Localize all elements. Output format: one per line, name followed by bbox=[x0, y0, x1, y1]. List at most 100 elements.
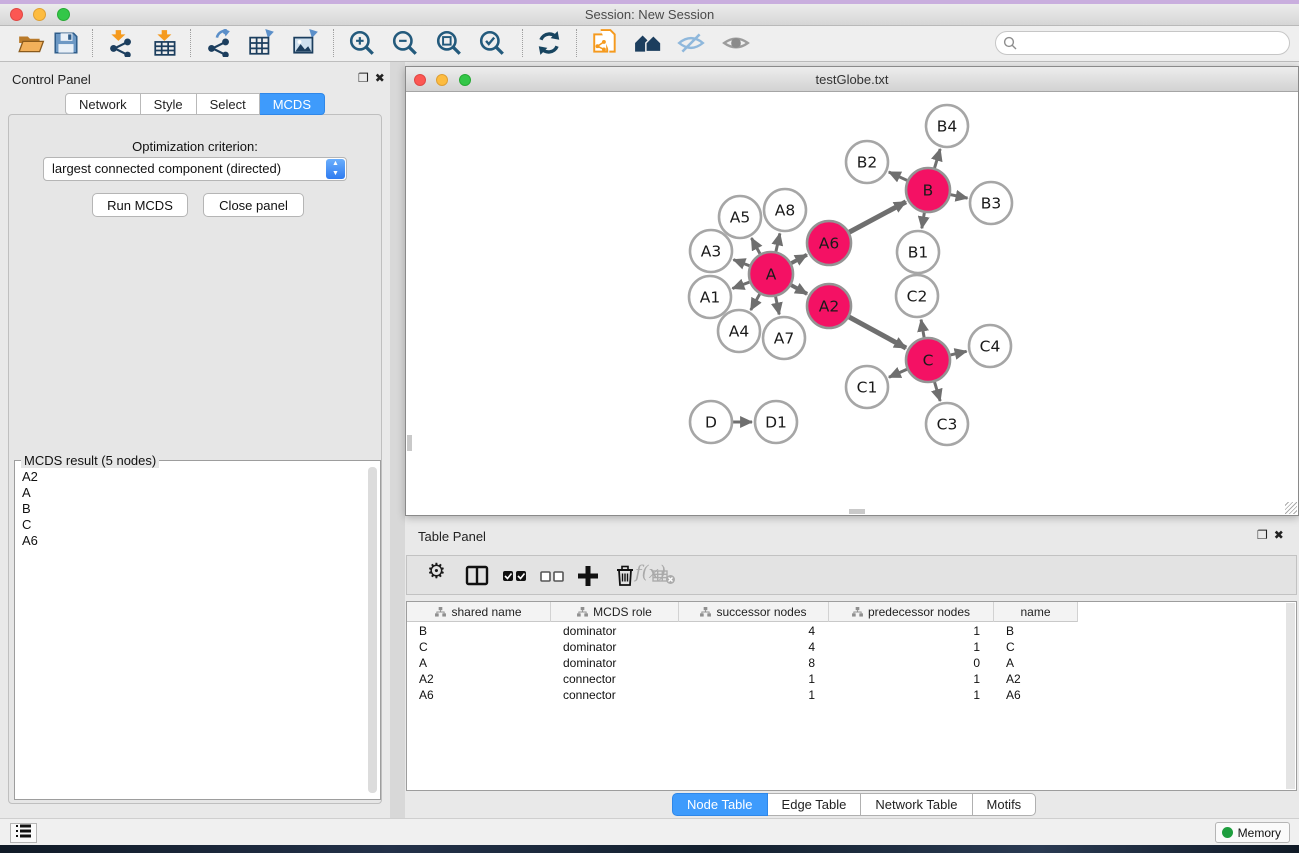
column-header-shared-name[interactable]: shared name bbox=[407, 602, 551, 622]
hide-details-icon[interactable] bbox=[677, 29, 705, 57]
table-cell: 4 bbox=[679, 623, 829, 639]
float-table-panel-icon[interactable]: ❐ bbox=[1257, 528, 1274, 542]
desktop-background-bottom bbox=[0, 845, 1299, 853]
table-tab-edge-table[interactable]: Edge Table bbox=[768, 793, 862, 816]
mcds-result-box: MCDS result (5 nodes) A2ABCA6 bbox=[14, 460, 381, 800]
close-panel-button[interactable]: Close panel bbox=[203, 193, 304, 217]
export-network-icon[interactable] bbox=[204, 29, 232, 57]
float-panel-icon[interactable]: ❐ bbox=[358, 71, 375, 85]
graph-node-label-D: D bbox=[705, 414, 717, 432]
memory-button[interactable]: Memory bbox=[1215, 822, 1290, 843]
table-row-A[interactable]: Adominator80A bbox=[407, 655, 1296, 671]
table-row-C[interactable]: Cdominator41C bbox=[407, 639, 1296, 655]
graph-edge-A-A4[interactable] bbox=[751, 293, 760, 310]
save-session-icon[interactable] bbox=[52, 29, 80, 57]
graph-edge-A-A7[interactable] bbox=[775, 296, 779, 315]
control-panel-tab-select[interactable]: Select bbox=[197, 93, 260, 115]
graph-edge-C-C4[interactable] bbox=[949, 351, 966, 355]
import-network-icon[interactable] bbox=[106, 29, 134, 57]
unselect-all-columns-icon[interactable] bbox=[540, 563, 566, 589]
table-tab-network-table[interactable]: Network Table bbox=[861, 793, 972, 816]
network-window-titlebar[interactable]: testGlobe.txt bbox=[406, 67, 1298, 92]
window-resize-grip[interactable] bbox=[1285, 502, 1297, 514]
column-header-label: successor nodes bbox=[716, 605, 806, 619]
panel-divider[interactable] bbox=[390, 62, 405, 822]
column-header-label: shared name bbox=[451, 605, 521, 619]
select-all-columns-icon[interactable] bbox=[502, 563, 528, 589]
control-panel-tab-mcds[interactable]: MCDS bbox=[260, 93, 325, 115]
run-mcds-button[interactable]: Run MCDS bbox=[92, 193, 188, 217]
add-column-icon[interactable] bbox=[575, 563, 601, 589]
table-tab-motifs[interactable]: Motifs bbox=[973, 793, 1037, 816]
control-panel-tab-style[interactable]: Style bbox=[141, 93, 197, 115]
toolbar-separator bbox=[333, 29, 334, 57]
close-table-panel-icon[interactable]: ✖ bbox=[1274, 528, 1290, 542]
mcds-result-item[interactable]: A bbox=[19, 485, 359, 501]
graph-edge-B-B3[interactable] bbox=[950, 194, 968, 198]
graph-edge-B-B2[interactable] bbox=[889, 172, 908, 181]
zoom-out-icon[interactable] bbox=[391, 29, 419, 57]
show-details-icon[interactable] bbox=[722, 29, 750, 57]
graph-node-label-D1: D1 bbox=[765, 414, 787, 432]
network-horizontal-scrollstub[interactable] bbox=[849, 509, 865, 514]
table-cell: 0 bbox=[829, 655, 994, 671]
graph-edge-A-A1[interactable] bbox=[732, 282, 750, 289]
graph-edge-C-C1[interactable] bbox=[889, 369, 908, 377]
zoom-selected-icon[interactable] bbox=[478, 29, 506, 57]
search-input[interactable] bbox=[995, 31, 1290, 55]
mcds-result-title: MCDS result (5 nodes) bbox=[21, 453, 159, 468]
mcds-result-item[interactable]: B bbox=[19, 501, 359, 517]
network-graph-canvas[interactable]: B4B2BB3B1A5A8A6A3AA1C2A2A4A7CC4C1C3DD1 bbox=[406, 93, 1298, 515]
export-table-icon[interactable] bbox=[248, 29, 276, 57]
column-header-successor-nodes[interactable]: successor nodes bbox=[679, 602, 829, 622]
graph-edge-A-A8[interactable] bbox=[776, 233, 780, 252]
mcds-result-item[interactable]: A2 bbox=[19, 469, 359, 485]
table-toolbar: ⚙ bbox=[406, 555, 1297, 595]
select-stepper-icon: ▲▼ bbox=[326, 159, 345, 179]
graph-edge-A-A3[interactable] bbox=[733, 260, 750, 267]
graph-edge-A6-B[interactable] bbox=[848, 202, 906, 233]
task-history-button[interactable] bbox=[10, 823, 37, 843]
graph-node-label-A1: A1 bbox=[700, 289, 720, 307]
mcds-result-item[interactable]: C bbox=[19, 517, 359, 533]
table-row-B[interactable]: Bdominator41B bbox=[407, 623, 1296, 639]
table-scrollbar[interactable] bbox=[1286, 603, 1295, 789]
refresh-icon[interactable] bbox=[535, 29, 563, 57]
column-header-name[interactable]: name bbox=[994, 602, 1078, 622]
table-cell: A bbox=[994, 655, 1078, 671]
table-cell: 1 bbox=[829, 687, 994, 703]
graph-edge-C-C2[interactable] bbox=[921, 320, 924, 339]
export-image-icon[interactable] bbox=[292, 29, 320, 57]
open-file-icon[interactable] bbox=[17, 29, 45, 57]
workspace: Control Panel ❐✖ NetworkStyleSelectMCDS … bbox=[0, 62, 1299, 822]
zoom-in-icon[interactable] bbox=[348, 29, 376, 57]
zoom-fit-icon[interactable] bbox=[435, 29, 463, 57]
table-cell: 1 bbox=[829, 623, 994, 639]
graph-edge-A-A6[interactable] bbox=[790, 255, 807, 264]
table-options-icon[interactable]: ⚙ bbox=[427, 559, 453, 585]
control-panel-tab-network[interactable]: Network bbox=[65, 93, 141, 115]
table-cell: 8 bbox=[679, 655, 829, 671]
duplicate-network-icon[interactable] bbox=[591, 29, 619, 57]
network-vertical-scrollstub[interactable] bbox=[407, 435, 412, 451]
graph-edge-A-A5[interactable] bbox=[751, 238, 760, 255]
graph-edge-B-B1[interactable] bbox=[922, 212, 925, 229]
graph-edge-C-C3[interactable] bbox=[934, 381, 940, 401]
table-row-A6[interactable]: A6connector11A6 bbox=[407, 687, 1296, 703]
graph-edge-A2-C[interactable] bbox=[848, 317, 906, 348]
table-row-A2[interactable]: A2connector11A2 bbox=[407, 671, 1296, 687]
search-icon bbox=[1003, 36, 1017, 50]
column-header-predecessor-nodes[interactable]: predecessor nodes bbox=[829, 602, 994, 622]
import-table-icon[interactable] bbox=[152, 29, 180, 57]
table-cell: 1 bbox=[679, 687, 829, 703]
close-panel-icon[interactable]: ✖ bbox=[375, 71, 391, 85]
table-tab-node-table[interactable]: Node Table bbox=[672, 793, 768, 816]
result-list-scrollbar[interactable] bbox=[368, 467, 377, 793]
home-icon[interactable] bbox=[634, 29, 662, 57]
mcds-result-item[interactable]: A6 bbox=[19, 533, 359, 549]
graph-edge-B-B4[interactable] bbox=[934, 149, 940, 169]
graph-edge-A-A2[interactable] bbox=[790, 285, 807, 294]
column-header-MCDS-role[interactable]: MCDS role bbox=[551, 602, 679, 622]
optimization-criterion-select[interactable]: largest connected component (directed) ▲… bbox=[43, 157, 347, 181]
show-columns-icon[interactable] bbox=[464, 563, 490, 589]
